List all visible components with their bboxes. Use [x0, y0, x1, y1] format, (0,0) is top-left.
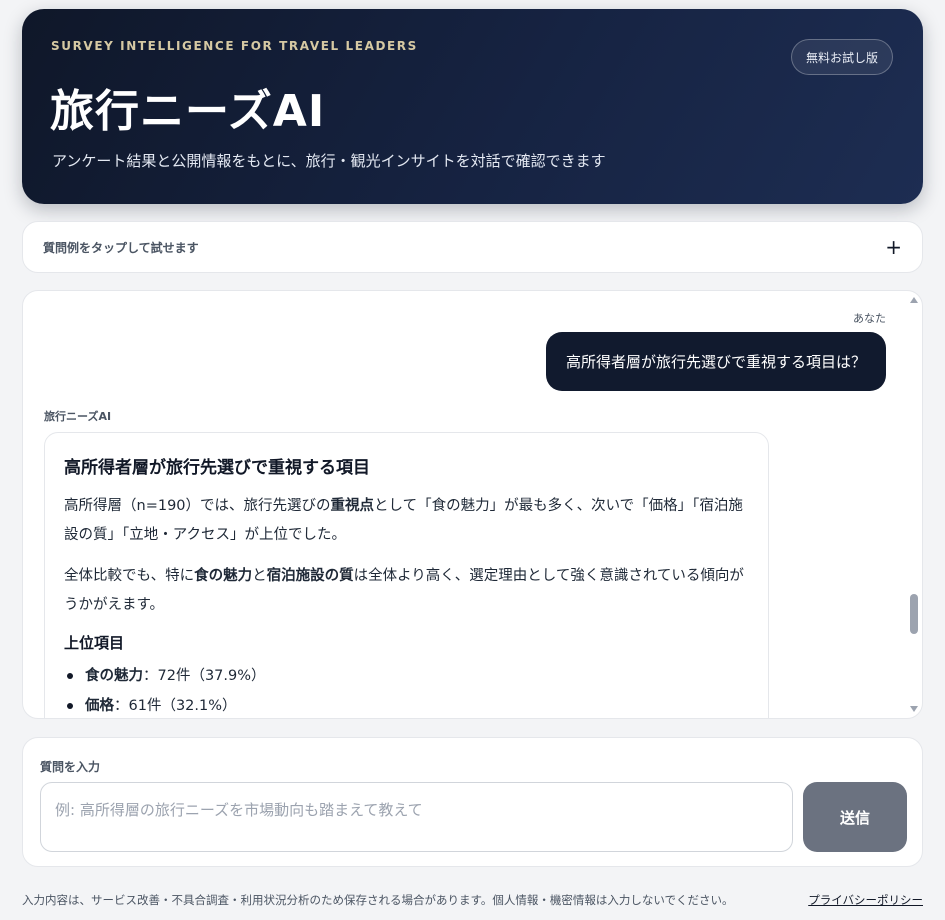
page-subtitle: アンケート結果と公開情報をもとに、旅行・観光インサイトを対話で確認できます [52, 152, 606, 170]
example-questions-toggle[interactable]: 質問例をタップして試せます + [22, 221, 923, 273]
ai-sender-label: 旅行ニーズAI [44, 410, 112, 423]
privacy-policy-link[interactable]: プライバシーポリシー [808, 892, 923, 908]
page-title: 旅行ニーズAI [50, 86, 326, 137]
trial-badge: 無料お試し版 [790, 39, 893, 75]
ai-response-card: 高所得者層が旅行先選びで重視する項目 高所得層（n=190）では、旅行先選びの重… [44, 432, 769, 718]
user-message-bubble: 高所得者層が旅行先選びで重視する項目は？ [545, 332, 886, 391]
list-item: 価格：61件（32.1%） [64, 691, 748, 718]
user-sender-label: あなた [853, 312, 886, 325]
ai-response-paragraph-2: 全体比較でも、特に食の魅力と宿泊施設の質は全体より高く、選定理由として強く意識さ… [64, 568, 744, 613]
question-input[interactable] [40, 782, 793, 852]
footer-notice: 入力内容は、サービス改善・不具合調査・利用状況分析のため保存される場合があります… [22, 893, 734, 907]
chat-scrollbar[interactable] [906, 291, 922, 718]
ai-response-paragraph-1: 高所得層（n=190）では、旅行先選びの重視点として「食の魅力」が最も多く、次い… [64, 498, 743, 543]
top-items-list: 食の魅力：72件（37.9%） 価格：61件（32.1%） [64, 661, 748, 718]
hero-header: SURVEY INTELLIGENCE FOR TRAVEL LEADERS 旅… [22, 9, 923, 204]
chat-log[interactable]: あなた 高所得者層が旅行先選びで重視する項目は？ 旅行ニーズAI 高所得者層が旅… [22, 290, 923, 719]
scroll-down-arrow-icon[interactable] [910, 706, 918, 712]
example-questions-label: 質問例をタップして試せます [43, 240, 199, 255]
send-button[interactable]: 送信 [803, 782, 907, 852]
scrollbar-thumb[interactable] [910, 594, 918, 634]
list-item: 食の魅力：72件（37.9%） [64, 661, 748, 691]
plus-icon[interactable]: + [885, 237, 902, 257]
scroll-up-arrow-icon[interactable] [910, 297, 918, 303]
hero-eyebrow: SURVEY INTELLIGENCE FOR TRAVEL LEADERS [51, 39, 418, 53]
footer: 入力内容は、サービス改善・不具合調査・利用状況分析のため保存される場合があります… [22, 892, 923, 908]
question-input-label: 質問を入力 [40, 760, 101, 774]
question-composer: 質問を入力 送信 [22, 737, 923, 867]
top-items-heading: 上位項目 [64, 634, 125, 652]
bullet-icon [67, 703, 73, 709]
bullet-icon [67, 673, 73, 679]
ai-response-heading: 高所得者層が旅行先選びで重視する項目 [64, 458, 370, 478]
